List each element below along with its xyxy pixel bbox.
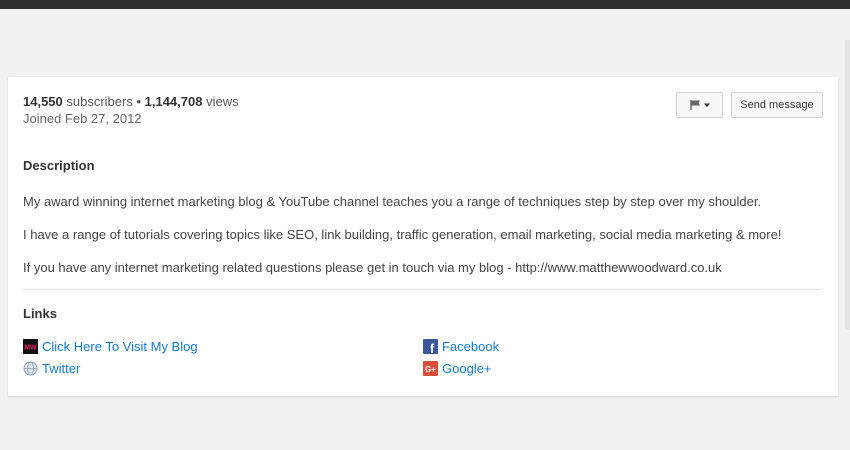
google-plus-icon-text: G+ bbox=[425, 365, 436, 374]
subscriber-count: 14,550 bbox=[23, 94, 63, 109]
flag-icon bbox=[689, 100, 710, 110]
blog-link[interactable]: MW Click Here To Visit My Blog bbox=[23, 339, 198, 354]
section-divider bbox=[23, 289, 823, 290]
links-heading: Links bbox=[23, 306, 57, 321]
view-count: 1,144,708 bbox=[144, 94, 203, 109]
mw-blog-icon: MW bbox=[23, 339, 38, 354]
about-card: 14,550 subscribers • 1,144,708 views Joi… bbox=[8, 77, 838, 396]
description-paragraph-3: If you have any internet marketing relat… bbox=[23, 260, 722, 275]
subscribers-text: subscribers • bbox=[62, 94, 145, 109]
facebook-link-label: Facebook bbox=[442, 339, 500, 354]
channel-stats: 14,550 subscribers • 1,144,708 views bbox=[23, 93, 239, 110]
description-heading: Description bbox=[23, 158, 95, 173]
top-bar bbox=[0, 0, 850, 9]
facebook-link[interactable]: f Facebook bbox=[423, 339, 500, 356]
send-message-button[interactable]: Send message bbox=[731, 92, 823, 118]
views-text: views bbox=[202, 94, 239, 109]
facebook-icon: f bbox=[423, 339, 438, 356]
description-paragraph-2: I have a range of tutorials covering top… bbox=[23, 227, 782, 242]
mw-icon-text: MW bbox=[24, 345, 37, 352]
twitter-globe-icon bbox=[23, 361, 38, 376]
google-plus-link[interactable]: G+ Google+ bbox=[423, 361, 492, 376]
twitter-link-label: Twitter bbox=[42, 361, 81, 376]
facebook-icon-text: f bbox=[430, 341, 435, 354]
blog-link-label: Click Here To Visit My Blog bbox=[42, 339, 198, 354]
twitter-link[interactable]: Twitter bbox=[23, 361, 80, 376]
right-edge-strip bbox=[845, 40, 850, 330]
google-plus-icon: G+ bbox=[423, 361, 438, 376]
description-paragraph-1: My award winning internet marketing blog… bbox=[23, 194, 762, 209]
flag-button[interactable] bbox=[676, 92, 723, 118]
google-plus-link-label: Google+ bbox=[442, 361, 492, 376]
joined-date: Joined Feb 27, 2012 bbox=[23, 111, 142, 126]
